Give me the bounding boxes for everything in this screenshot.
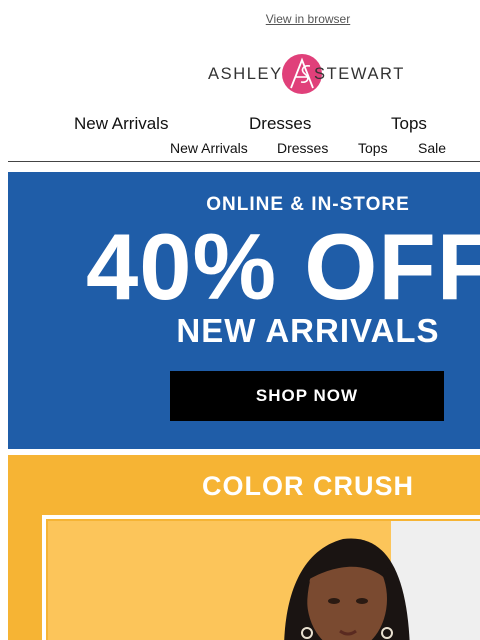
nav-divider	[8, 161, 480, 162]
nav-tops[interactable]: Tops	[391, 114, 427, 134]
subnav-dresses[interactable]: Dresses	[277, 140, 328, 156]
color-crush-banner[interactable]: COLOR CRUSH	[8, 455, 480, 640]
model-photo-illustration	[48, 521, 480, 640]
sale-headline: 40% OFF	[86, 214, 480, 319]
sale-banner[interactable]: ONLINE & IN-STORE 40% OFF NEW ARRIVALS S…	[8, 172, 480, 449]
subnav-sale[interactable]: Sale	[418, 140, 446, 156]
nav-dresses[interactable]: Dresses	[249, 114, 311, 134]
subnav-tops[interactable]: Tops	[358, 140, 388, 156]
brand-logo[interactable]: ASHLEY STEWART	[207, 52, 411, 96]
logo-word-right: STEWART	[314, 65, 405, 83]
subnav-new-arrivals[interactable]: New Arrivals	[170, 140, 248, 156]
shop-now-button[interactable]: SHOP NOW	[170, 371, 444, 421]
color-crush-title: COLOR CRUSH	[202, 471, 414, 501]
model-photo[interactable]	[48, 521, 480, 640]
logo-word-left: ASHLEY	[208, 65, 283, 83]
sale-subhead: NEW ARRIVALS	[176, 312, 440, 349]
view-in-browser-link[interactable]: View in browser	[0, 12, 480, 26]
nav-new-arrivals[interactable]: New Arrivals	[74, 114, 168, 134]
